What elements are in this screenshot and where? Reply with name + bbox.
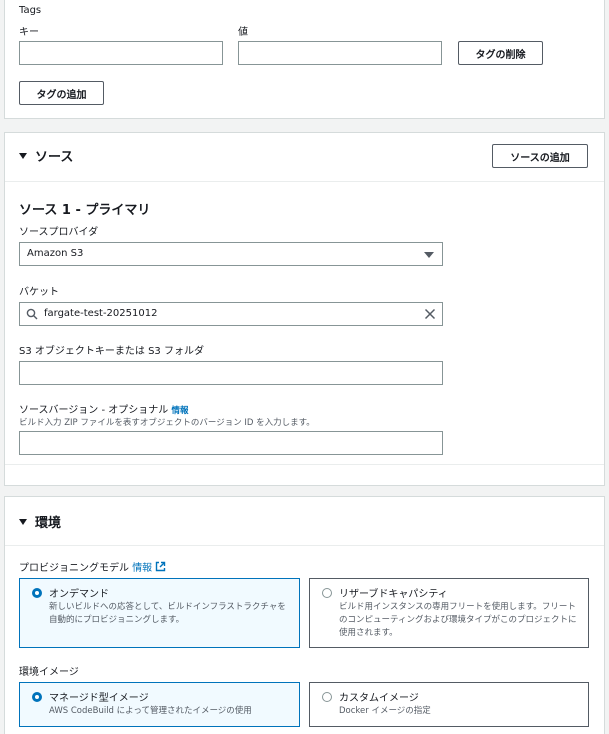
source-version-description: ビルド入力 ZIP ファイルを表すオブジェクトのバージョン ID を入力します。 (19, 418, 315, 428)
tag-key-input[interactable] (19, 41, 223, 65)
reserved-capacity-description: ビルド用インスタンスの専用フリートを使用します。フリートのコンピューティングおよ… (339, 602, 577, 638)
add-source-button[interactable]: ソースの追加 (492, 144, 588, 168)
source-bottom-divider (5, 464, 604, 465)
bucket-value: fargate-test-20251012 (44, 308, 158, 319)
external-link-icon[interactable] (155, 561, 166, 572)
custom-image-tile[interactable]: カスタムイメージ Docker イメージの指定 (309, 682, 589, 727)
custom-image-title: カスタムイメージ (339, 693, 419, 704)
managed-image-description: AWS CodeBuild によって管理されたイメージの使用 (49, 706, 252, 716)
ondemand-title: オンデマンド (49, 589, 109, 600)
provisioning-label-text: プロビジョニングモデル (19, 563, 129, 574)
tag-value-input[interactable] (238, 41, 442, 65)
provisioning-label: プロビジョニングモデル 情報 (19, 559, 166, 574)
clear-icon[interactable] (424, 308, 436, 320)
s3-key-input[interactable] (19, 361, 443, 385)
environment-header-divider (5, 545, 604, 546)
source-provider-select[interactable]: Amazon S3 (19, 242, 443, 266)
managed-image-title: マネージド型イメージ (49, 693, 149, 704)
tag-value-label: 値 (238, 27, 248, 38)
reserved-capacity-title: リザーブドキャパシティ (339, 589, 448, 600)
reserved-capacity-tile[interactable]: リザーブドキャパシティ ビルド用インスタンスの専用フリートを使用します。フリート… (309, 578, 589, 648)
environment-image-label: 環境イメージ (19, 667, 79, 678)
source-header-divider (5, 181, 604, 182)
source-panel: ソース ソースの追加 ソース 1 - プライマリ ソースプロバイダ Amazon… (4, 132, 605, 486)
remove-tag-button[interactable]: タグの削除 (458, 41, 543, 65)
collapse-caret-icon[interactable] (19, 519, 27, 525)
source-section-title: ソース (35, 150, 74, 165)
source-version-input[interactable] (19, 431, 443, 455)
bucket-search-input[interactable]: fargate-test-20251012 (19, 302, 443, 326)
bucket-label: バケット (19, 287, 59, 298)
source-provider-value: Amazon S3 (27, 248, 84, 259)
tags-panel: Tags キー 値 タグの削除 タグの追加 (4, 0, 605, 119)
ondemand-tile[interactable]: オンデマンド 新しいビルドへの応答として、ビルドインフラストラクチャを自動的にプ… (19, 578, 300, 648)
tag-key-label: キー (19, 27, 39, 38)
source-version-label: ソースバージョン - オプショナル 情報 (19, 401, 188, 416)
provisioning-info-link[interactable]: 情報 (132, 563, 152, 574)
source-provider-label: ソースプロバイダ (19, 227, 99, 238)
search-icon (26, 308, 38, 320)
custom-image-description: Docker イメージの指定 (339, 706, 431, 716)
tags-title: Tags (19, 5, 42, 16)
ondemand-radio[interactable] (32, 588, 42, 598)
reserved-capacity-radio[interactable] (322, 588, 332, 598)
source-version-info-link[interactable]: 情報 (171, 406, 188, 416)
collapse-caret-icon[interactable] (19, 153, 27, 159)
chevron-down-icon (424, 252, 434, 258)
ondemand-description: 新しいビルドへの応答として、ビルドインフラストラクチャを自動的にプロビジョニング… (49, 602, 286, 625)
s3-key-label: S3 オブジェクトキーまたは S3 フォルダ (19, 346, 204, 357)
add-tag-button[interactable]: タグの追加 (19, 81, 104, 105)
source-subheading: ソース 1 - プライマリ (19, 203, 151, 218)
environment-panel: 環境 プロビジョニングモデル 情報 オンデマンド 新しいビルドへの応答として、ビ… (4, 496, 605, 734)
source-version-label-text: ソースバージョン - オプショナル (19, 405, 169, 416)
custom-image-radio[interactable] (322, 692, 332, 702)
managed-image-tile[interactable]: マネージド型イメージ AWS CodeBuild によって管理されたイメージの使… (19, 682, 300, 727)
managed-image-radio[interactable] (32, 692, 42, 702)
environment-section-title: 環境 (35, 516, 62, 531)
